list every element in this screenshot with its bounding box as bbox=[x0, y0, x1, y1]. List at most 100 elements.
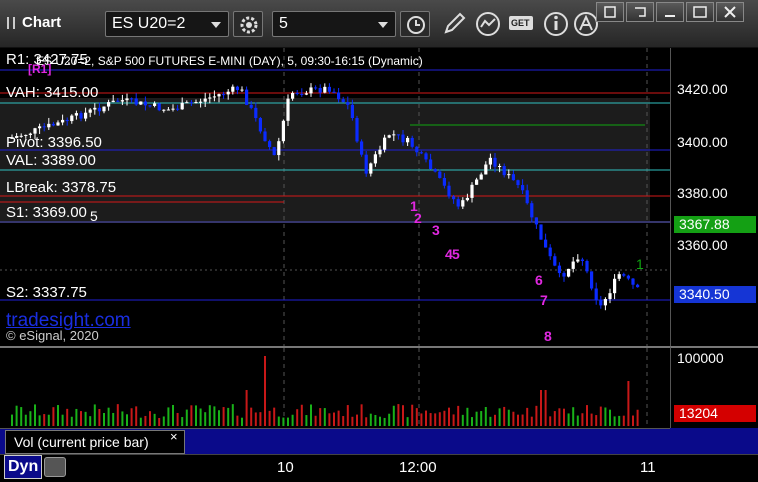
candle-body bbox=[300, 93, 304, 95]
candle-body bbox=[383, 137, 387, 150]
price-axis[interactable]: 3420.00 3400.00 3380.00 3360.00 3367.88 … bbox=[670, 48, 758, 346]
candle-body bbox=[189, 102, 193, 104]
candle-body bbox=[567, 268, 571, 277]
volume-bar bbox=[369, 413, 372, 426]
info-button[interactable] bbox=[542, 10, 570, 38]
volume-bar bbox=[231, 404, 234, 426]
candle-body bbox=[360, 141, 364, 155]
volume-bar bbox=[254, 412, 257, 426]
volume-bar bbox=[342, 416, 345, 426]
volume-bar bbox=[337, 410, 340, 426]
candle-body bbox=[130, 98, 134, 100]
volume-bar bbox=[264, 356, 266, 426]
volume-bar bbox=[323, 408, 326, 426]
window-menu-button[interactable] bbox=[596, 2, 624, 22]
draw-tool-button[interactable] bbox=[440, 10, 468, 38]
candle-body bbox=[498, 166, 502, 168]
volume-bar bbox=[471, 417, 473, 426]
level-vah: VAH: 3415.00 bbox=[6, 84, 99, 101]
volume-bar bbox=[241, 417, 243, 426]
volume-bar bbox=[204, 412, 207, 426]
candle-body bbox=[47, 123, 51, 128]
volume-bar bbox=[236, 415, 239, 426]
dynamic-button[interactable]: Dyn bbox=[4, 455, 42, 479]
volume-bar bbox=[24, 414, 27, 426]
volume-bar bbox=[475, 411, 478, 426]
candle-body bbox=[222, 94, 226, 96]
volume-bar bbox=[158, 417, 161, 426]
volume-bar bbox=[434, 413, 437, 426]
maximize-icon bbox=[693, 6, 707, 18]
volume-bar bbox=[130, 408, 133, 426]
time-label: 11 bbox=[640, 459, 656, 476]
candle-body bbox=[415, 146, 419, 153]
volume-bar bbox=[195, 405, 197, 426]
interval-input[interactable]: 5 bbox=[272, 11, 396, 37]
candle-body bbox=[203, 98, 207, 102]
volume-bar bbox=[356, 414, 358, 426]
time-button[interactable] bbox=[400, 11, 430, 37]
volume-bar bbox=[333, 412, 335, 426]
volume-bar bbox=[438, 412, 441, 426]
volume-bar bbox=[599, 406, 602, 426]
candle-body bbox=[337, 92, 341, 100]
volume-bar bbox=[379, 416, 381, 426]
candle-body bbox=[309, 87, 313, 94]
candle-body bbox=[84, 112, 88, 119]
volume-legend-close[interactable]: × bbox=[170, 429, 178, 444]
close-button[interactable] bbox=[716, 2, 744, 22]
level-val: VAL: 3389.00 bbox=[6, 152, 96, 169]
volume-bar bbox=[576, 415, 579, 426]
candle-body bbox=[97, 107, 101, 112]
candle-body bbox=[217, 94, 221, 97]
studies-button[interactable] bbox=[474, 10, 502, 38]
volume-bar bbox=[609, 409, 611, 426]
candle-body bbox=[553, 256, 557, 266]
volume-bar bbox=[507, 409, 510, 426]
candle-body bbox=[272, 147, 276, 156]
copyright-text: © eSignal, 2020 bbox=[6, 328, 99, 343]
pencil-icon bbox=[444, 12, 466, 34]
candle-body bbox=[277, 141, 281, 156]
maximize-button[interactable] bbox=[686, 2, 714, 22]
candle-body bbox=[599, 300, 603, 306]
candle-body bbox=[143, 101, 147, 106]
volume-bar bbox=[199, 408, 202, 426]
candle-body bbox=[281, 120, 285, 142]
volume-bar bbox=[190, 405, 193, 426]
get-data-button[interactable]: GET bbox=[508, 10, 536, 38]
wave-label-6: 6 bbox=[535, 272, 543, 288]
volume-legend[interactable]: Vol (current price bar) bbox=[5, 430, 185, 454]
axis-corner bbox=[670, 428, 758, 454]
candle-body bbox=[484, 164, 488, 175]
volume-bar bbox=[526, 407, 529, 426]
settings-button[interactable] bbox=[233, 11, 263, 37]
price-pane[interactable]: ES U20=2, S&P 500 FUTURES E-MINI (DAY), … bbox=[0, 48, 670, 346]
candle-body bbox=[245, 89, 249, 105]
volume-bar bbox=[15, 405, 18, 426]
lock-icon[interactable] bbox=[44, 457, 66, 477]
volume-bar bbox=[319, 408, 322, 426]
volume-bar bbox=[296, 409, 299, 426]
volume-bar bbox=[632, 415, 634, 426]
candle-body bbox=[268, 141, 272, 148]
volume-bar bbox=[448, 407, 450, 426]
volume-pane[interactable] bbox=[0, 346, 670, 428]
level-s1: S1: 3369.00 bbox=[6, 204, 87, 221]
volume-bar bbox=[512, 411, 515, 426]
volume-bar bbox=[218, 410, 220, 426]
candle-body bbox=[125, 98, 129, 101]
wave-label-8: 8 bbox=[544, 328, 552, 344]
candle-body bbox=[88, 109, 92, 113]
volume-axis[interactable]: 100000 13204 bbox=[670, 346, 758, 428]
price-tick: 3360.00 bbox=[677, 237, 728, 253]
candle-body bbox=[364, 154, 368, 174]
price-tick: 3380.00 bbox=[677, 185, 728, 201]
link-button[interactable] bbox=[626, 2, 654, 22]
volume-bar bbox=[457, 405, 460, 426]
candle-body bbox=[373, 154, 377, 164]
volume-bar bbox=[360, 404, 363, 426]
volume-bar bbox=[613, 416, 616, 426]
symbol-input[interactable]: ES U20=2 bbox=[105, 11, 229, 37]
minimize-button[interactable] bbox=[656, 2, 684, 22]
